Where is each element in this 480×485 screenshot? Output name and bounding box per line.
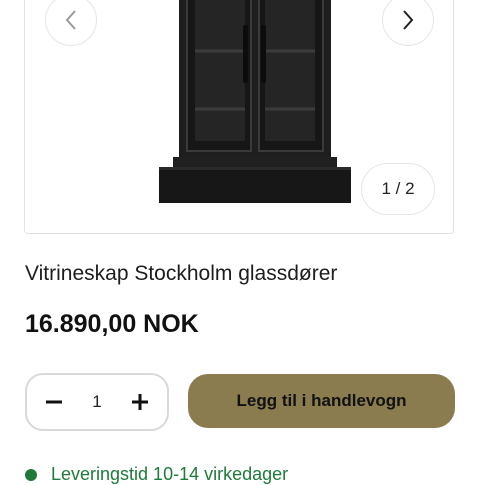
- product-title: Vitrineskap Stockholm glassdører: [25, 262, 338, 285]
- add-to-cart-button[interactable]: Legg til i handlevogn: [188, 374, 455, 428]
- decrease-quantity-button[interactable]: [43, 391, 65, 413]
- increase-quantity-button[interactable]: [129, 391, 151, 413]
- delivery-info: Leveringstid 10-14 virkedager: [25, 464, 288, 485]
- quantity-stepper: 1: [25, 373, 169, 431]
- image-counter: 1 / 2: [361, 163, 435, 215]
- product-price: 16.890,00 NOK: [25, 310, 199, 338]
- previous-image-button[interactable]: [45, 0, 97, 46]
- chevron-left-icon: [65, 10, 76, 30]
- chevron-right-icon: [403, 10, 414, 30]
- product-image: [159, 0, 351, 203]
- product-gallery: 1 / 2: [24, 0, 454, 234]
- next-image-button[interactable]: [382, 0, 434, 46]
- in-stock-dot-icon: [25, 468, 37, 481]
- quantity-value[interactable]: 1: [92, 392, 101, 412]
- minus-icon: [46, 400, 62, 404]
- plus-icon: [132, 394, 148, 410]
- delivery-text: Leveringstid 10-14 virkedager: [51, 464, 289, 484]
